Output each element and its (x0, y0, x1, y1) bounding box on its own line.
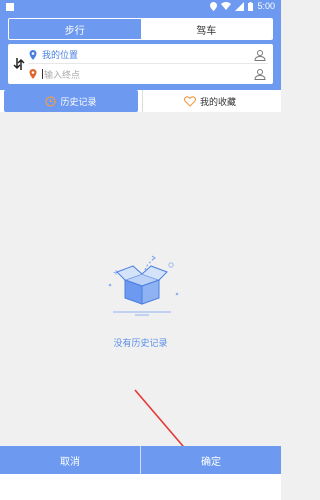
location-status-icon (210, 1, 218, 11)
start-location-field[interactable]: 我的位置 (28, 46, 268, 64)
start-location-text: 我的位置 (42, 50, 79, 60)
cancel-button[interactable]: 取消 (0, 446, 141, 474)
contact-icon[interactable] (254, 49, 266, 61)
top-header: 5:00 步行 驾车 我的位置 输入终点 (0, 0, 281, 90)
tab-history-label: 历史记录 (60, 96, 97, 107)
notification-icon (6, 3, 14, 11)
battery-icon (248, 1, 254, 11)
confirm-button[interactable]: 确定 (141, 446, 281, 474)
clock-icon (45, 95, 57, 107)
status-bar: 5:00 (0, 0, 281, 14)
tab-drive[interactable]: 驾车 (140, 19, 272, 39)
list-tabs: 历史记录 我的收藏 (0, 90, 281, 112)
tab-walk[interactable]: 步行 (9, 19, 141, 39)
signal-icon (235, 1, 245, 11)
travel-mode-tabs: 步行 驾车 (8, 18, 273, 40)
destination-field[interactable]: 输入终点 (28, 65, 268, 83)
tab-history[interactable]: 历史记录 (4, 90, 138, 112)
destination-placeholder: 输入终点 (44, 69, 81, 80)
start-pin-icon (29, 49, 37, 60)
tab-favorites-label: 我的收藏 (199, 96, 236, 107)
status-icons: 5:00 (210, 1, 275, 11)
heart-icon (183, 95, 196, 107)
wifi-icon (221, 2, 232, 10)
system-nav-bar (0, 474, 281, 500)
contact-icon-end[interactable] (254, 68, 266, 80)
status-time: 5:00 (257, 1, 275, 11)
end-pin-icon (29, 69, 37, 79)
route-input-box: 我的位置 输入终点 (8, 44, 273, 84)
text-cursor (42, 69, 43, 79)
bottom-action-bar: 取消 确定 (0, 446, 281, 474)
empty-box-icon (108, 255, 179, 316)
swap-icon[interactable] (13, 56, 25, 72)
tab-favorites[interactable]: 我的收藏 (142, 90, 277, 112)
empty-message: 没有历史记录 (113, 338, 168, 348)
